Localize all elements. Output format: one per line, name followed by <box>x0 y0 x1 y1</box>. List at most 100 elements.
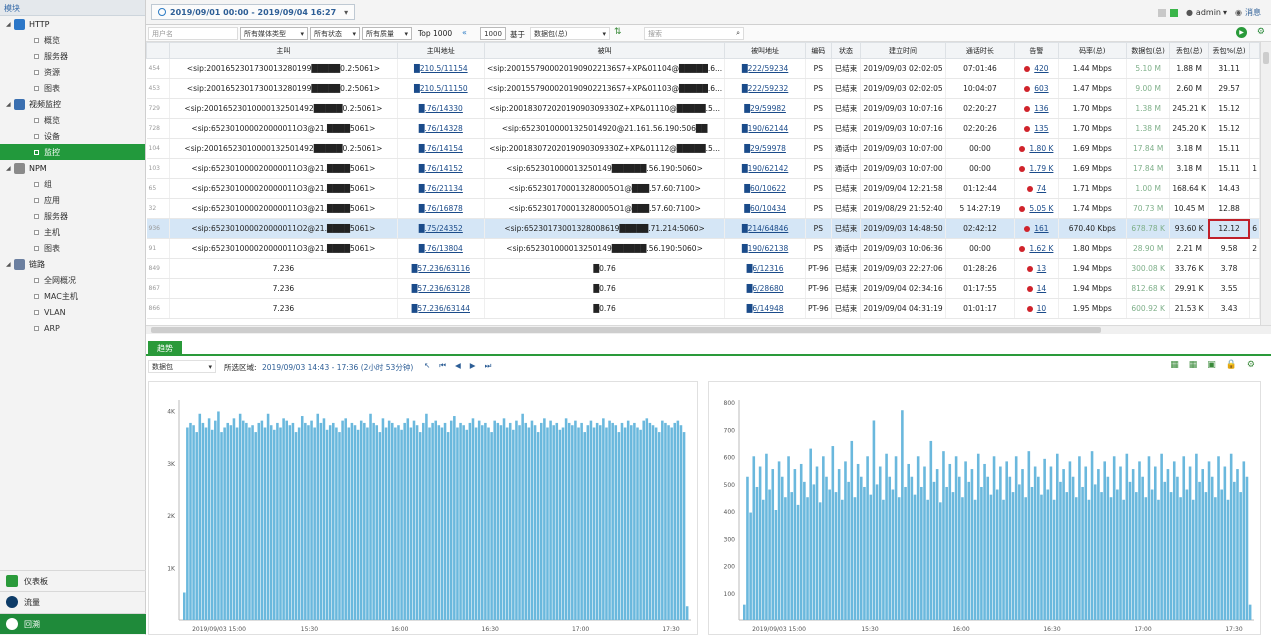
table-row[interactable]: 32 <sip:652301000020000011O3@21.████5061>… <box>146 198 1260 219</box>
table-cell[interactable]: █57.236/63144 <box>397 298 486 319</box>
top-count-input[interactable]: 1000 <box>480 27 506 40</box>
table-cell[interactable]: 1.80 K <box>1014 138 1059 159</box>
chart-tool-icons[interactable]: ▦▦▣🔒⚙ <box>1170 360 1265 370</box>
table-row[interactable]: 867 7.236 █57.236/63128 █0.76 █6/28680 PT-96 已… <box>146 278 1260 299</box>
column-header[interactable]: 被叫地址 <box>724 42 806 59</box>
status-select[interactable]: 所有状态 <box>310 27 360 40</box>
table-cell[interactable]: █6/14948 <box>724 298 806 319</box>
sidebar-item[interactable]: 图表 <box>0 80 145 96</box>
sidebar-item[interactable]: 设备 <box>0 128 145 144</box>
sidebar-item[interactable]: 概览 <box>0 112 145 128</box>
table-cell[interactable]: 10 <box>1014 298 1059 319</box>
sidebar-item[interactable]: 服务器 <box>0 208 145 224</box>
table-row[interactable]: 91 <sip:652301000020000011O3@21.████5061>… <box>146 238 1260 259</box>
table-cell[interactable]: 14 <box>1014 278 1059 299</box>
table-cell[interactable]: █6/28680 <box>724 278 806 299</box>
message-link[interactable]: 消息 <box>1245 7 1261 18</box>
table-row[interactable]: 936 <sip:652301000020000011O2@21.████5061… <box>146 218 1260 239</box>
table-cell[interactable]: █210.5/11150 <box>397 78 486 99</box>
table-cell[interactable]: 135 <box>1014 118 1059 139</box>
column-header[interactable]: 丢包(总) <box>1169 42 1209 59</box>
table-row[interactable]: 65 <sip:652301000020000011O3@21.████5061>… <box>146 178 1260 199</box>
table-cell[interactable]: 1.62 K <box>1014 238 1059 259</box>
table-cell[interactable]: 1.79 K <box>1014 158 1059 179</box>
chevron-down-icon[interactable]: ▾ <box>1223 8 1227 17</box>
sidebar-backtrack[interactable]: 回溯 <box>0 613 146 634</box>
column-header[interactable]: 被叫 <box>483 42 726 59</box>
table-cell[interactable]: █.76/14154 <box>397 138 486 159</box>
table-cell[interactable]: █60/10622 <box>724 178 806 199</box>
table-cell[interactable]: █.76/16878 <box>397 198 486 219</box>
table-row[interactable]: 454 <sip:2001652301730013280199█████0.2:5… <box>146 58 1260 79</box>
table-cell[interactable]: █190/62138 <box>724 238 806 259</box>
table-cell[interactable]: █.76/14328 <box>397 118 486 139</box>
scroll-thumb[interactable] <box>151 327 1101 333</box>
table-cell[interactable]: █210.5/11154 <box>397 58 486 79</box>
column-header[interactable]: 数据包(总) <box>1125 42 1171 59</box>
sidebar-dashboard[interactable]: 仪表板 <box>0 570 146 591</box>
sidebar-item[interactable]: 主机 <box>0 224 145 240</box>
table-cell[interactable]: █.76/14330 <box>397 98 486 119</box>
sidebar-item[interactable]: 图表 <box>0 240 145 256</box>
search-input[interactable]: 搜索 ⌕ <box>644 27 744 40</box>
table-cell[interactable]: 13 <box>1014 258 1059 279</box>
expand-icon[interactable]: ◢ <box>6 101 14 108</box>
scroll-thumb[interactable] <box>1263 52 1269 64</box>
vertical-scrollbar[interactable] <box>1260 42 1271 325</box>
sidebar-group-0[interactable]: ◢ HTTP <box>0 16 145 32</box>
column-header[interactable]: 码率(总) <box>1057 42 1127 59</box>
sidebar-item[interactable]: 资源 <box>0 64 145 80</box>
table-cell[interactable]: █222/59232 <box>724 78 806 99</box>
table-row[interactable]: 453 <sip:2001652301730013280199█████0.2:5… <box>146 78 1260 99</box>
metric-select[interactable]: 数据包 <box>148 360 216 373</box>
table-row[interactable]: 849 7.236 █57.236/63116 █0.76 █6/12316 PT-96 已… <box>146 258 1260 279</box>
expand-icon[interactable]: ◢ <box>6 165 14 172</box>
table-cell[interactable]: █29/59982 <box>724 98 806 119</box>
column-header[interactable]: 建立时间 <box>860 42 946 59</box>
table-row[interactable]: 103 <sip:652301000020000011O3@21.████5061… <box>146 158 1260 179</box>
date-range-picker[interactable]: 2019/09/01 00:00 - 2019/09/04 16:27 ▾ <box>151 4 356 20</box>
expand-icon[interactable]: ◢ <box>6 21 14 28</box>
sidebar-item[interactable]: 概览 <box>0 32 145 48</box>
table-cell[interactable]: █6/12316 <box>724 258 806 279</box>
sidebar-item[interactable]: MAC主机 <box>0 288 145 304</box>
table-cell[interactable]: 603 <box>1014 78 1059 99</box>
table-cell[interactable]: █.76/13804 <box>397 238 486 259</box>
table-cell[interactable]: 420 <box>1014 58 1059 79</box>
range-nav-icons[interactable]: ↖⏮◀▶⏭ <box>424 361 500 371</box>
double-left-icon[interactable]: « <box>462 28 467 37</box>
basis-select[interactable]: 数据包(总) <box>530 27 610 40</box>
search-icon[interactable]: ⌕ <box>736 29 740 38</box>
tab-trend[interactable]: 趋势 <box>148 341 182 356</box>
column-header[interactable]: 编码 <box>804 42 832 59</box>
column-header[interactable]: 告警 <box>1014 42 1059 59</box>
sidebar-item[interactable]: 全网概况 <box>0 272 145 288</box>
table-cell[interactable]: █57.236/63116 <box>397 258 486 279</box>
sidebar-item[interactable]: 应用 <box>0 192 145 208</box>
sidebar-item[interactable]: VLAN <box>0 304 145 320</box>
column-header[interactable]: 主叫 <box>169 42 398 59</box>
column-header[interactable]: 通话时长 <box>944 42 1016 59</box>
sidebar-item[interactable]: ARP <box>0 320 145 336</box>
sidebar-item[interactable]: 组 <box>0 176 145 192</box>
table-row[interactable]: 104 <sip:20016523010000132501492█████0.2:… <box>146 138 1260 159</box>
sidebar-item[interactable]: 服务器 <box>0 48 145 64</box>
column-header[interactable] <box>1249 42 1260 59</box>
play-icon[interactable]: ▶ <box>1236 27 1247 38</box>
sidebar-item[interactable]: 监控 <box>0 144 145 160</box>
horizontal-scrollbar[interactable] <box>146 325 1271 334</box>
table-cell[interactable]: █29/59978 <box>724 138 806 159</box>
table-cell[interactable]: 161 <box>1014 218 1059 239</box>
table-cell[interactable]: █60/10434 <box>724 198 806 219</box>
table-cell[interactable]: █222/59234 <box>724 58 806 79</box>
layout-icon[interactable] <box>1157 8 1166 17</box>
table-cell[interactable]: █190/62144 <box>724 118 806 139</box>
table-cell[interactable]: 136 <box>1014 98 1059 119</box>
column-header[interactable]: 主叫地址 <box>396 42 486 59</box>
table-cell[interactable]: █190/62142 <box>724 158 806 179</box>
status-icon[interactable] <box>1169 8 1178 17</box>
quality-select[interactable]: 所有质量 <box>362 27 412 40</box>
column-header[interactable]: 丢包%(总) <box>1207 42 1251 59</box>
table-row[interactable]: 729 <sip:20016523010000132501492█████0.2:… <box>146 98 1260 119</box>
user-name[interactable]: admin <box>1196 8 1221 17</box>
